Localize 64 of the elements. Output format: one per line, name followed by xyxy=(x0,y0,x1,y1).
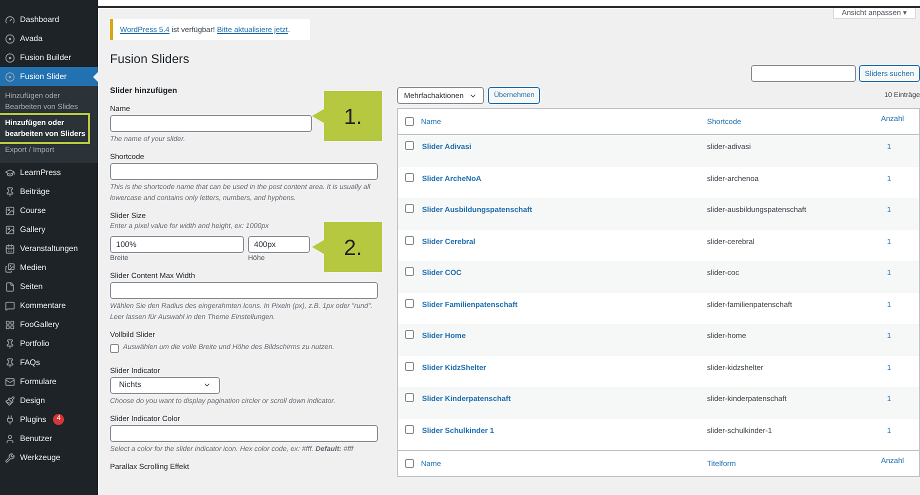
sidebar-item[interactable]: Fusion Builder xyxy=(0,48,98,67)
calendar-icon xyxy=(5,244,15,254)
sidebar-item[interactable]: Benutzer xyxy=(0,429,98,448)
pin-icon xyxy=(5,338,15,348)
row-checkbox[interactable] xyxy=(405,204,414,214)
text-field[interactable] xyxy=(110,115,312,132)
gallery-icon xyxy=(5,320,15,330)
select-all-checkbox[interactable] xyxy=(405,117,414,126)
person-icon xyxy=(5,434,15,444)
indicator-select[interactable]: Nichts xyxy=(110,376,220,394)
search-field[interactable] xyxy=(750,65,856,82)
page-icon xyxy=(5,282,15,292)
row-checkbox[interactable] xyxy=(405,141,414,150)
sidebar-item[interactable]: LearnPress xyxy=(0,163,98,182)
row-checkbox[interactable] xyxy=(405,267,414,276)
sidebar-item[interactable]: Portfolio xyxy=(0,334,98,353)
text-field[interactable] xyxy=(110,163,378,180)
row-checkbox[interactable] xyxy=(405,424,414,434)
sidebar-item[interactable]: Design xyxy=(0,391,98,410)
wrench-icon xyxy=(5,452,15,462)
sidebar-item[interactable]: Fusion Slider xyxy=(0,67,98,86)
sidebar-item[interactable]: Kommentare xyxy=(0,296,98,315)
mortarboard-icon xyxy=(5,168,15,178)
pin-icon xyxy=(5,186,15,196)
text-field[interactable] xyxy=(110,282,378,300)
speech-bubble-icon xyxy=(5,300,15,310)
sidebar-item[interactable]: Beiträge xyxy=(0,182,98,201)
disc-icon xyxy=(5,34,15,44)
row-checkbox[interactable] xyxy=(405,236,414,245)
brush-icon xyxy=(5,396,15,406)
form-heading: Slider hinzufügen xyxy=(110,86,178,96)
sidebar-item[interactable]: Gallery xyxy=(0,220,98,239)
plug-icon xyxy=(5,414,15,424)
row-checkbox[interactable] xyxy=(405,330,414,340)
images-icon xyxy=(5,262,15,272)
callout-label: 2. xyxy=(312,222,382,272)
text-field[interactable] xyxy=(110,424,378,442)
envelope-icon xyxy=(5,376,15,386)
height-field[interactable]: 400px xyxy=(248,236,310,254)
sidebar-item[interactable]: Dashboard xyxy=(0,10,98,29)
sidebar-item[interactable]: Seiten xyxy=(0,277,98,296)
checkbox[interactable] xyxy=(110,344,119,353)
callout-label: 1. xyxy=(312,91,382,142)
sidebar-item[interactable]: FooGallery xyxy=(0,315,98,334)
row-checkbox[interactable] xyxy=(405,298,414,308)
sidebar-item[interactable]: FAQs xyxy=(0,353,98,372)
sidebar-item[interactable]: Veranstaltungen xyxy=(0,239,98,258)
sidebar-item[interactable]: Avada xyxy=(0,29,98,48)
image-icon xyxy=(5,224,15,234)
page-title: Fusion Sliders xyxy=(110,52,190,68)
sidebar-item[interactable]: Formulare xyxy=(0,372,98,391)
gauge-icon xyxy=(5,14,15,24)
row-checkbox[interactable] xyxy=(405,362,414,371)
sidebar-item[interactable]: Werkzeuge xyxy=(0,448,98,467)
select-all-checkbox[interactable] xyxy=(405,459,414,468)
pin-icon xyxy=(5,358,15,368)
row-checkbox[interactable] xyxy=(405,172,414,182)
width-field[interactable]: 100% xyxy=(110,236,244,254)
disc-icon xyxy=(5,52,15,62)
sidebar-item[interactable]: Medien xyxy=(0,258,98,277)
image-icon xyxy=(5,206,15,216)
sidebar-item[interactable]: Course xyxy=(0,201,98,220)
row-checkbox[interactable] xyxy=(405,393,414,402)
disc-icon xyxy=(5,72,15,82)
